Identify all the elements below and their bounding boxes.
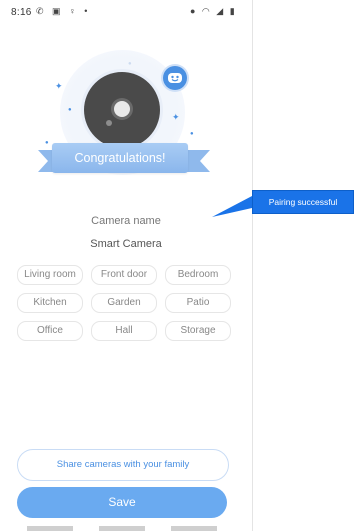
share-cameras-button[interactable]: Share cameras with your family (17, 449, 229, 481)
room-chip-storage[interactable]: Storage (165, 321, 231, 341)
sparkle-icon: ✦ (55, 81, 63, 91)
smile-icon-graphic (168, 73, 182, 83)
room-chip-garden[interactable]: Garden (91, 293, 157, 313)
nav-home-button[interactable] (99, 526, 145, 531)
system-status-icons: ● ◠ ◢ ▮ (190, 6, 237, 16)
room-chip-patio[interactable]: Patio (165, 293, 231, 313)
room-chip-kitchen[interactable]: Kitchen (17, 293, 83, 313)
room-chip-list: Living room Front door Bedroom Kitchen G… (17, 265, 233, 341)
system-nav-bar (0, 526, 252, 531)
sparkle-icon: ● (128, 61, 132, 67)
sparkle-icon: ● (45, 140, 49, 146)
camera-icon (84, 72, 160, 148)
phone-screen: 8:16 ✆ ▣ ♀ • ● ◠ ◢ ▮ ✦ ● ✦ ● ● ● Congrat… (0, 0, 253, 531)
smile-icon (163, 66, 187, 90)
camera-name-input[interactable]: Smart Camera (0, 238, 252, 250)
congratulations-banner: Congratulations! (52, 143, 188, 173)
room-chip-bedroom[interactable]: Bedroom (165, 265, 231, 285)
sparkle-icon: ● (68, 107, 72, 113)
sparkle-icon: ● (190, 131, 194, 137)
room-chip-front-door[interactable]: Front door (91, 265, 157, 285)
room-chip-hall[interactable]: Hall (91, 321, 157, 341)
camera-indicator-dot (106, 120, 112, 126)
room-chip-office[interactable]: Office (17, 321, 83, 341)
status-time: 8:16 (11, 7, 32, 18)
status-bar: 8:16 ✆ ▣ ♀ • ● ◠ ◢ ▮ (0, 0, 252, 24)
sparkle-icon: ✦ (172, 112, 180, 122)
room-chip-living-room[interactable]: Living room (17, 265, 83, 285)
pairing-callout: Pairing successful (252, 190, 354, 214)
nav-back-button[interactable] (171, 526, 217, 531)
camera-lens (114, 101, 130, 117)
save-button[interactable]: Save (17, 487, 227, 518)
notification-icons: ✆ ▣ ♀ • (36, 6, 91, 16)
nav-recents-button[interactable] (27, 526, 73, 531)
